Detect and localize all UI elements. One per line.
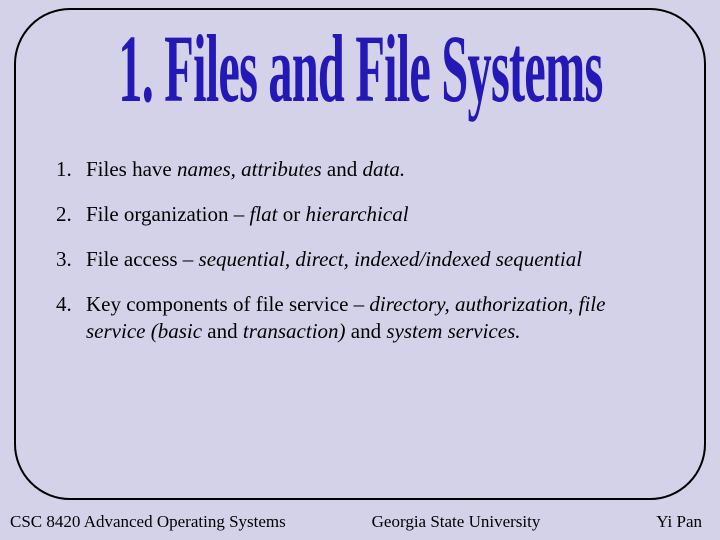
list-item: 4. Key components of file service – dire… (56, 291, 668, 345)
footer-right: Yi Pan (622, 512, 702, 532)
list-item: 2. File organization – flat or hierarchi… (56, 201, 668, 228)
item-text: Key components of file service – directo… (86, 291, 668, 345)
slide-footer: CSC 8420 Advanced Operating Systems Geor… (0, 512, 720, 532)
item-number: 3. (56, 246, 86, 273)
title-wrap: 1. Files and File Systems (44, 22, 676, 84)
slide-title: 1. Files and File Systems (118, 22, 602, 118)
bullet-list: 1. Files have names, attributes and data… (44, 156, 676, 344)
list-item: 1. Files have names, attributes and data… (56, 156, 668, 183)
item-number: 4. (56, 291, 86, 345)
item-number: 2. (56, 201, 86, 228)
item-text: File organization – flat or hierarchical (86, 201, 668, 228)
item-number: 1. (56, 156, 86, 183)
footer-left: CSC 8420 Advanced Operating Systems (10, 512, 290, 532)
item-text: Files have names, attributes and data. (86, 156, 668, 183)
list-item: 3. File access – sequential, direct, ind… (56, 246, 668, 273)
slide-card: 1. Files and File Systems 1. Files have … (14, 8, 706, 500)
item-text: File access – sequential, direct, indexe… (86, 246, 668, 273)
footer-center: Georgia State University (290, 512, 622, 532)
